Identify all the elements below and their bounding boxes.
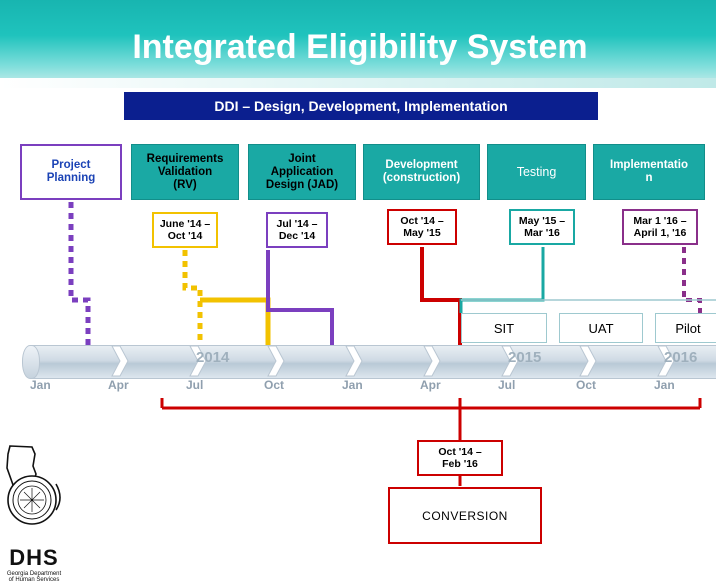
timeline-year-2015: 2015	[508, 349, 542, 366]
phase-label-line2: n	[645, 172, 653, 184]
phase-box-requirements-validation[interactable]: Requirements Validation (RV)	[131, 144, 239, 200]
subtitle-bar: DDI – Design, Development, Implementatio…	[124, 92, 598, 120]
date-line2: Dec '14	[278, 230, 316, 242]
timeline-month-oct-2014: Oct	[264, 378, 285, 392]
timeline-month-apr-2014: Apr	[108, 378, 129, 392]
date-text: May '15 – Mar '16	[519, 215, 565, 239]
dhs-logo: DHS Georgia Department of Human Services	[2, 444, 66, 583]
connector-implementation	[682, 247, 702, 313]
timeline-month-jul-2015: Jul	[498, 378, 516, 392]
date-text: Mar 1 '16 – April 1, '16	[633, 215, 686, 239]
phase-label-line3: (RV)	[173, 178, 197, 191]
date-line1: Oct '14 –	[438, 446, 482, 458]
timeline-month-oct-2015: Oct	[576, 378, 597, 392]
date-line1: Jul '14 –	[276, 218, 318, 230]
date-box-implementation: Mar 1 '16 – April 1, '16	[622, 209, 698, 245]
phase-label-line1: Development	[385, 159, 458, 171]
date-line2: Mar '16	[524, 227, 560, 239]
subtitle-text: DDI – Design, Development, Implementatio…	[214, 98, 508, 114]
timeline-month-jan-2014: Jan	[30, 378, 51, 392]
date-line2: May '15	[403, 227, 441, 239]
phase-label-line1: Testing	[516, 164, 557, 179]
phase-label-line1: Requirements	[146, 152, 224, 165]
date-line1: June '14 –	[159, 218, 211, 230]
test-box-pilot[interactable]: Pilot	[655, 313, 720, 343]
date-line1: Mar 1 '16 –	[633, 215, 687, 227]
page-title: Integrated Eligibility System	[132, 28, 588, 66]
conversion-box[interactable]: CONVERSION	[388, 487, 542, 544]
date-box-requirements-validation: June '14 – Oct '14	[152, 212, 218, 248]
date-text: Oct '14 – Feb '16	[438, 446, 481, 470]
conversion-label: CONVERSION	[422, 508, 508, 523]
phase-label-line2: Application	[270, 165, 334, 178]
test-label: UAT	[588, 320, 614, 336]
phase-label: Testing	[491, 164, 582, 179]
connector-jad	[266, 250, 334, 345]
phase-box-development[interactable]: Development (construction)	[363, 144, 480, 200]
timeline-month-jul-2014: Jul	[186, 378, 204, 392]
phase-label-line2: Validation	[157, 165, 213, 178]
bottom-strip	[0, 486, 720, 540]
phase-label-line2: (construction)	[382, 172, 461, 184]
phase-box-joint-application-design[interactable]: Joint Application Design (JAD)	[248, 144, 356, 200]
date-box-jad: Jul '14 – Dec '14	[266, 212, 328, 248]
date-box-testing: May '15 – Mar '16	[509, 209, 575, 245]
right-edge-mask	[716, 0, 720, 540]
timeline-year-2014: 2014	[196, 349, 230, 366]
test-box-uat[interactable]: UAT	[559, 313, 643, 343]
timeline: 2014 2015 2016 Jan Apr Jul Oct Jan Apr J…	[22, 345, 720, 395]
logo-acronym: DHS	[9, 545, 59, 570]
date-text: Oct '14 – May '15	[400, 215, 443, 239]
timeline-arrows	[111, 345, 675, 377]
phase-label-line2: Planning	[46, 172, 96, 184]
phase-label-line1: Project	[51, 159, 91, 171]
timeline-year-2016: 2016	[664, 349, 698, 366]
timeline-month-jan-2016: Jan	[654, 378, 675, 392]
date-line2: Oct '14	[167, 230, 203, 242]
phase-label: Project Planning	[25, 159, 117, 185]
phase-label-line3: Design (JAD)	[265, 178, 339, 191]
phase-label: Requirements Validation (RV)	[135, 153, 235, 192]
phase-label: Joint Application Design (JAD)	[252, 153, 352, 192]
connector-project-planning	[68, 202, 91, 345]
timeline-month-jan-2015: Jan	[342, 378, 363, 392]
connector-rv	[182, 250, 203, 345]
date-line1: May '15 –	[518, 215, 566, 227]
test-label: SIT	[493, 320, 515, 336]
phase-box-project-planning[interactable]: Project Planning	[20, 144, 122, 200]
connector-rv-end	[200, 297, 271, 345]
test-label: Pilot	[675, 320, 701, 336]
date-text: Jul '14 – Dec '14	[276, 218, 317, 242]
phase-box-testing[interactable]: Testing	[487, 144, 586, 200]
phase-box-implementation[interactable]: Implementatio n	[593, 144, 705, 200]
connector-testing	[459, 247, 545, 313]
connector-development	[420, 247, 462, 345]
georgia-outline-icon	[6, 445, 61, 525]
phase-label-line1: Implementatio	[610, 159, 688, 171]
date-box-development: Oct '14 – May '15	[387, 209, 457, 245]
phase-label: Development (construction)	[367, 159, 476, 185]
timeline-month-apr-2015: Apr	[420, 378, 441, 392]
test-box-sit[interactable]: SIT	[461, 313, 547, 343]
date-text: June '14 – Oct '14	[160, 218, 210, 242]
phase-label: Implementatio n	[597, 159, 701, 185]
phase-label-line1: Joint	[288, 152, 316, 165]
date-box-conversion: Oct '14 – Feb '16	[417, 440, 503, 476]
date-line2: Feb '16	[442, 458, 478, 470]
date-line2: April 1, '16	[633, 227, 687, 239]
logo-line2: of Human Services	[8, 577, 60, 583]
date-line1: Oct '14 –	[400, 215, 444, 227]
